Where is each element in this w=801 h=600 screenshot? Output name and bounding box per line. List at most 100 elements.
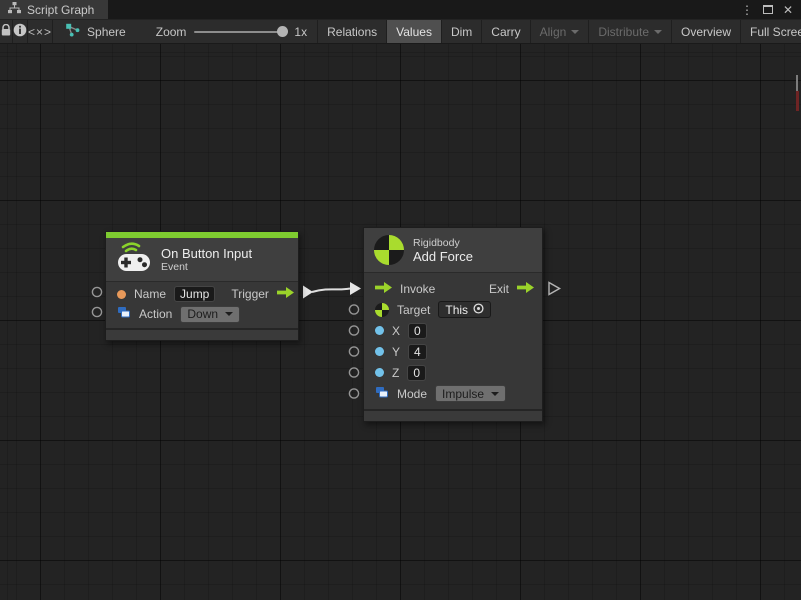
graph-selector[interactable]: Sphere	[53, 20, 138, 43]
port-circle	[349, 347, 358, 356]
node-on-button-input[interactable]: On Button Input Event Name Jump Trigger	[105, 231, 299, 341]
port-label: Invoke	[400, 282, 435, 296]
port-label: X	[392, 324, 400, 338]
zoom-slider-handle[interactable]	[277, 26, 288, 37]
graph-canvas[interactable]: On Button Input Event Name Jump Trigger	[0, 44, 801, 600]
node-footer	[106, 328, 298, 340]
port-circle	[92, 307, 101, 316]
lock-icon	[0, 24, 12, 40]
port-row-invoke: Invoke Exit	[364, 278, 542, 299]
port-row-action: Action Down	[106, 304, 298, 324]
graph-icon	[65, 23, 80, 40]
window-controls: ⋮ ✕	[741, 0, 801, 19]
info-icon	[13, 23, 27, 40]
rigidbody-port-icon	[375, 303, 389, 317]
port-label: Y	[392, 345, 400, 359]
enum-port-icon	[117, 306, 131, 322]
node-body: Invoke Exit Target This	[364, 273, 542, 409]
port-label: Target	[397, 303, 430, 317]
tab-script-graph[interactable]: Script Graph	[0, 0, 108, 19]
values-button[interactable]: Values	[387, 20, 442, 43]
port-row-x: X 0	[364, 320, 542, 341]
wire-start-triangle	[303, 286, 313, 299]
node-header[interactable]: Rigidbody Add Force	[364, 228, 542, 273]
target-chip[interactable]: This	[438, 301, 491, 318]
string-port-icon	[117, 290, 126, 299]
relations-button[interactable]: Relations	[318, 20, 387, 43]
node-subtitle: Event	[161, 261, 252, 273]
code-view-icon: <×>	[28, 25, 52, 39]
x-input[interactable]: 0	[408, 323, 427, 339]
node-title: Add Force	[413, 249, 473, 264]
lock-button[interactable]	[0, 20, 13, 43]
gamepad-icon	[116, 242, 152, 277]
exit-port-label: Exit	[489, 282, 509, 296]
port-row-mode: Mode Impulse	[364, 383, 542, 404]
y-input[interactable]: 4	[408, 344, 427, 360]
carry-button[interactable]: Carry	[482, 20, 530, 43]
float-port-icon	[375, 347, 384, 356]
float-port-icon	[375, 368, 384, 377]
graph-toolbar: <×> Sphere Zoom 1x Relations Values Dim …	[0, 19, 801, 44]
scrollbar-marker	[796, 91, 799, 111]
overview-button[interactable]: Overview	[672, 20, 741, 43]
node-header[interactable]: On Button Input Event	[106, 238, 298, 282]
port-row-name: Name Jump Trigger	[106, 284, 298, 304]
scrollbar-thumb[interactable]	[796, 75, 798, 91]
port-row-y: Y 4	[364, 341, 542, 362]
wire-arrowhead	[350, 282, 361, 295]
rigidbody-icon	[374, 235, 404, 265]
port-circle	[92, 287, 101, 296]
zoom-label: Zoom	[156, 25, 187, 39]
graph-name: Sphere	[87, 25, 126, 39]
maximize-icon[interactable]	[763, 5, 773, 14]
chevron-down-icon	[225, 312, 233, 316]
port-circle	[349, 368, 358, 377]
dim-button[interactable]: Dim	[442, 20, 482, 43]
port-label: Action	[139, 307, 172, 321]
port-circle	[349, 305, 358, 314]
port-label: Name	[134, 287, 166, 301]
script-graph-window: Script Graph ⋮ ✕ <×> Sphere	[0, 0, 801, 600]
distribute-dropdown[interactable]: Distribute	[589, 20, 672, 43]
port-circle	[349, 326, 358, 335]
close-icon[interactable]: ✕	[783, 4, 793, 16]
wire	[312, 289, 350, 293]
chevron-down-icon	[571, 30, 579, 34]
invoke-in-arrow-icon[interactable]	[375, 282, 392, 296]
name-input[interactable]: Jump	[174, 286, 215, 302]
trigger-out-arrow-icon[interactable]	[277, 287, 294, 301]
mode-dropdown[interactable]: Impulse	[435, 385, 506, 402]
hierarchy-icon	[8, 2, 21, 17]
zoom-value: 1x	[294, 25, 307, 39]
code-view-button[interactable]: <×>	[28, 20, 53, 43]
node-body: Name Jump Trigger Action Down	[106, 282, 298, 328]
z-input[interactable]: 0	[407, 365, 426, 381]
kebab-menu-icon[interactable]: ⋮	[741, 4, 753, 16]
port-circle	[349, 389, 358, 398]
port-label: Z	[392, 366, 399, 380]
float-port-icon	[375, 326, 384, 335]
enum-port-icon	[375, 386, 389, 402]
exit-outlet-triangle	[549, 283, 560, 295]
zoom-control: Zoom 1x	[138, 20, 318, 43]
node-footer	[364, 409, 542, 421]
exit-out-arrow-icon[interactable]	[517, 282, 534, 296]
trigger-port-label: Trigger	[231, 287, 269, 301]
chevron-down-icon	[491, 392, 499, 396]
chevron-down-icon	[654, 30, 662, 34]
full-screen-button[interactable]: Full Screen	[741, 20, 801, 43]
action-dropdown[interactable]: Down	[180, 306, 240, 323]
node-supertitle: Rigidbody	[413, 237, 473, 249]
node-title: On Button Input	[161, 246, 252, 261]
tab-bar: Script Graph ⋮ ✕	[0, 0, 801, 19]
tab-label: Script Graph	[27, 3, 94, 17]
zoom-slider[interactable]	[194, 31, 286, 33]
target-icon	[473, 303, 484, 317]
port-row-z: Z 0	[364, 362, 542, 383]
align-dropdown[interactable]: Align	[531, 20, 590, 43]
port-row-target: Target This	[364, 299, 542, 320]
node-add-force[interactable]: Rigidbody Add Force Invoke Exit	[363, 227, 543, 422]
port-label: Mode	[397, 387, 427, 401]
info-button[interactable]	[13, 20, 28, 43]
